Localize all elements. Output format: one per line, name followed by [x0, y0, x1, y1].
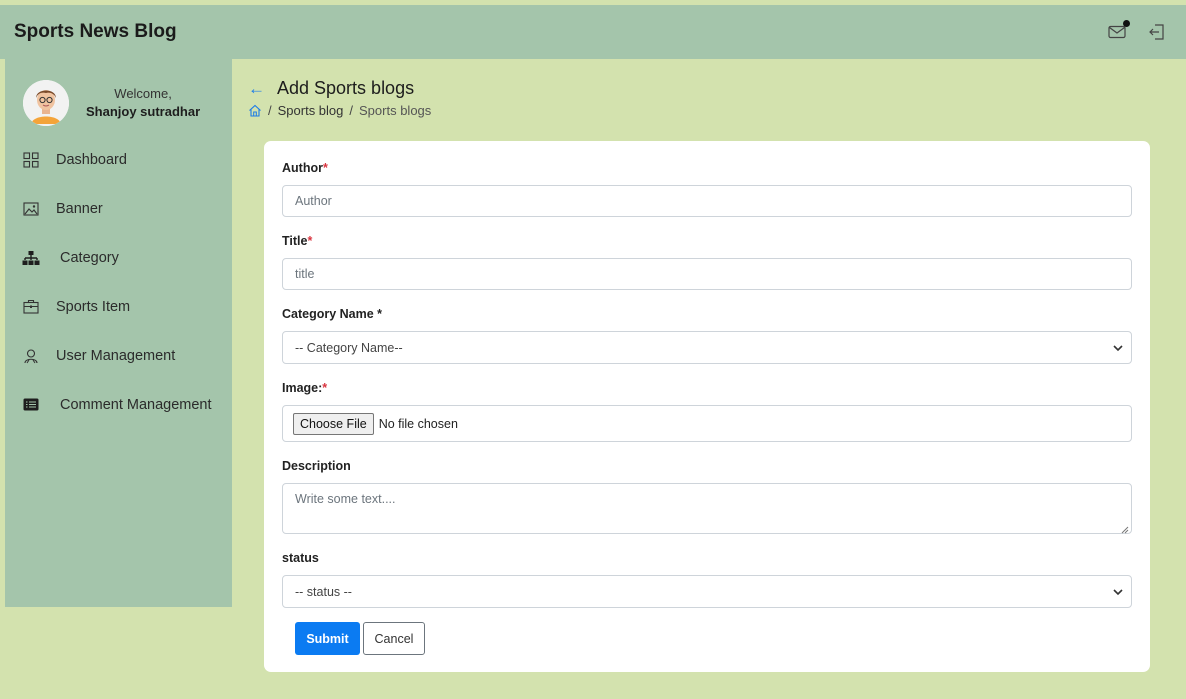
notification-dot [1123, 20, 1130, 27]
required-mark: * [322, 161, 328, 175]
breadcrumb-current: Sports blogs [359, 103, 432, 118]
welcome-text: Welcome, [114, 86, 172, 101]
user-name: Shanjoy sutradhar [86, 104, 201, 119]
choose-file-button[interactable]: Choose File [293, 412, 374, 435]
sidebar-item-banner[interactable]: Banner [5, 184, 232, 233]
title-input[interactable]: title [282, 258, 1132, 290]
sidebar-item-label: Category [60, 249, 119, 266]
briefcase-icon [21, 297, 41, 317]
page-title: Add Sports blogs [277, 78, 415, 98]
users-icon [21, 346, 41, 366]
breadcrumb: / Sports blog / Sports blogs [248, 103, 431, 118]
breadcrumb-link[interactable]: Sports blog [278, 103, 344, 118]
logout-icon[interactable] [1146, 21, 1168, 43]
submit-button[interactable]: Submit [295, 622, 360, 655]
description-textarea[interactable]: Write some text.... [282, 483, 1132, 534]
file-status: No file chosen [378, 416, 458, 431]
user-profile: Welcome, Shanjoy sutradhar [5, 59, 232, 133]
status-select[interactable]: -- status -- [282, 575, 1132, 608]
image-label: Image:* [282, 381, 328, 395]
sidebar-item-label: Dashboard [56, 151, 127, 168]
sidebar-item-category[interactable]: Category [5, 233, 232, 282]
dashboard-grid-icon [21, 150, 41, 170]
sidebar-item-dashboard[interactable]: Dashboard [5, 135, 232, 184]
sidebar: Welcome, Shanjoy sutradhar Dashboard Ban… [5, 59, 232, 607]
sidebar-item-label: Comment Management [60, 396, 212, 413]
home-icon[interactable] [248, 104, 262, 117]
author-label: Author* [282, 161, 328, 175]
hierarchy-icon [21, 248, 41, 268]
breadcrumb-separator: / [349, 103, 354, 118]
status-selected-value: -- status -- [295, 584, 352, 599]
description-placeholder: Write some text.... [295, 492, 396, 506]
welcome-block: Welcome, Shanjoy sutradhar [86, 85, 200, 121]
sidebar-item-comment-management[interactable]: Comment Management [5, 380, 232, 429]
category-selected-value: -- Category Name-- [295, 340, 403, 355]
description-label: Description [282, 459, 351, 473]
chevron-down-icon [1113, 341, 1123, 355]
image-file-input[interactable]: Choose File No file chosen [282, 405, 1132, 442]
brand-title: Sports News Blog [14, 21, 177, 42]
resize-grip-icon[interactable] [1121, 523, 1129, 534]
author-input[interactable]: Author [282, 185, 1132, 217]
form-card: Author* Author Title* title Category Nam… [264, 141, 1150, 672]
sidebar-item-sports-item[interactable]: Sports Item [5, 282, 232, 331]
avatar [23, 80, 69, 126]
image-icon [21, 199, 41, 219]
header-icons [1106, 20, 1168, 43]
list-card-icon [21, 395, 41, 415]
sidebar-item-user-management[interactable]: User Management [5, 331, 232, 380]
sidebar-item-label: User Management [56, 347, 176, 364]
title-label: Title* [282, 234, 313, 248]
required-mark: * [322, 381, 328, 395]
status-label: status [282, 551, 319, 565]
top-header: Sports News Blog [0, 5, 1186, 59]
page-title-row: ← Add Sports blogs [248, 78, 431, 99]
category-label: Category Name * [282, 307, 383, 321]
chevron-down-icon [1113, 585, 1123, 599]
sidebar-item-label: Banner [56, 200, 103, 217]
page-header: ← Add Sports blogs / Sports blog / Sport… [248, 78, 431, 118]
sidebar-item-label: Sports Item [56, 298, 131, 315]
sidebar-nav: Dashboard Banner Category Sports Item Us… [5, 135, 232, 429]
mail-icon[interactable] [1106, 20, 1130, 43]
back-arrow-icon[interactable]: ← [248, 79, 265, 99]
breadcrumb-separator: / [268, 103, 272, 118]
required-mark: * [307, 234, 313, 248]
category-select[interactable]: -- Category Name-- [282, 331, 1132, 364]
cancel-button[interactable]: Cancel [363, 622, 425, 655]
